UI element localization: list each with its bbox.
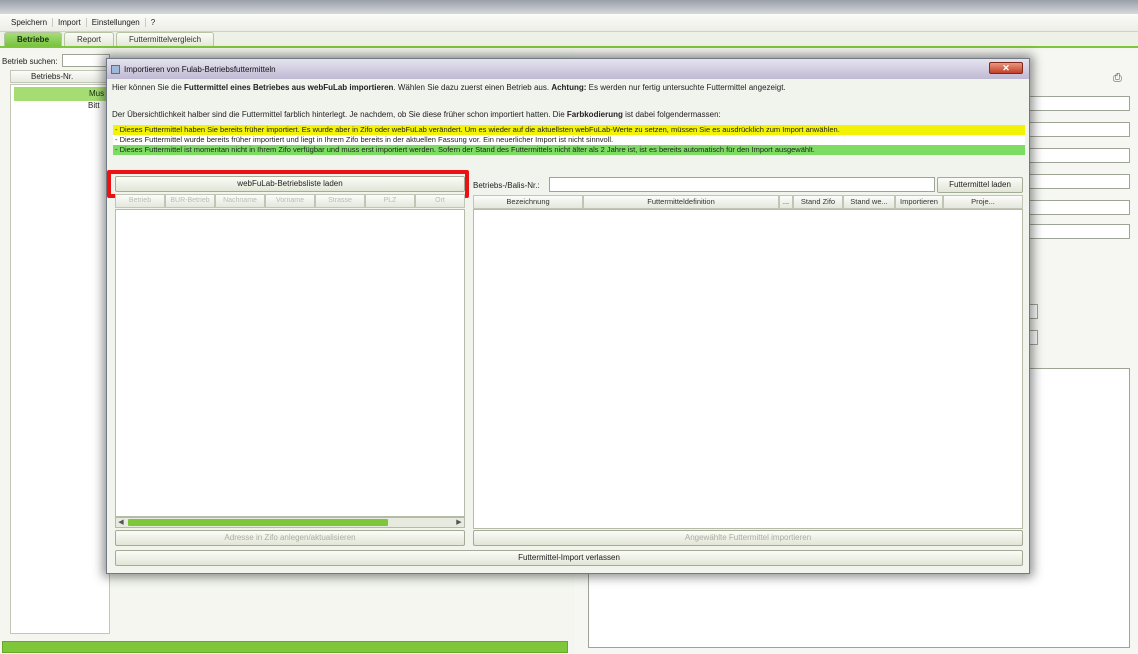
betriebe-table-header: Betrieb BUR-Betrieb Nachname Vorname Str…	[115, 194, 465, 208]
menu-help[interactable]: ?	[146, 18, 160, 27]
column-header[interactable]: Futtermitteldefinition	[583, 195, 779, 209]
print-icon[interactable]: ⎙	[1113, 72, 1122, 85]
column-header[interactable]: Ort	[415, 194, 465, 208]
column-header[interactable]: Stand Zifo	[793, 195, 843, 209]
detail-field[interactable]	[1028, 200, 1130, 215]
dialog-title-bar[interactable]: Importieren von Fulab-Betriebsfuttermitt…	[107, 59, 1029, 79]
app-icon	[111, 64, 120, 74]
column-header[interactable]: Proje...	[943, 195, 1023, 209]
column-header[interactable]: Bezeichnung	[473, 195, 583, 209]
legend-white: - Dieses Futtermittel wurde bereits früh…	[113, 135, 1025, 145]
column-header[interactable]: BUR-Betrieb	[165, 194, 215, 208]
import-dialog: Importieren von Fulab-Betriebsfuttermitt…	[106, 58, 1030, 574]
column-header[interactable]: Stand we...	[843, 195, 895, 209]
menu-bar: Speichern Import Einstellungen ?	[0, 14, 1138, 32]
leave-import-button[interactable]: Futtermittel-Import verlassen	[115, 550, 1023, 566]
dialog-title: Importieren von Fulab-Betriebsfuttermitt…	[124, 64, 276, 74]
main-tabs: Betriebe Report Futtermittelvergleich	[0, 32, 1138, 48]
scroll-right-icon[interactable]: ▶	[454, 518, 464, 527]
horizontal-scrollbar[interactable]	[2, 641, 568, 653]
betriebe-list[interactable]	[10, 84, 110, 634]
column-header[interactable]: Betrieb	[115, 194, 165, 208]
detail-field[interactable]	[1028, 224, 1130, 239]
menu-einstellungen[interactable]: Einstellungen	[87, 18, 146, 27]
column-header[interactable]: ...	[779, 195, 793, 209]
detail-field[interactable]	[1028, 96, 1130, 111]
window-top-strip	[0, 0, 1138, 14]
futtermittel-laden-button[interactable]: Futtermittel laden	[937, 177, 1023, 193]
betriebe-list-row[interactable]: Bitt	[88, 101, 100, 110]
tab-report[interactable]: Report	[64, 32, 115, 46]
futtermittel-table-header: Bezeichnung Futtermitteldefinition ... S…	[473, 195, 1023, 209]
detail-field[interactable]	[1028, 174, 1130, 189]
legend-green: - Dieses Futtermittel ist momentan nicht…	[113, 145, 1025, 155]
scrollbar-thumb[interactable]	[128, 519, 388, 526]
column-header[interactable]: Nachname	[215, 194, 265, 208]
column-header[interactable]: PLZ	[365, 194, 415, 208]
betrieb-search-input[interactable]	[62, 54, 110, 67]
betriebs-nr-label: Betriebs-/Balis-Nr.:	[473, 181, 540, 190]
import-selected-button[interactable]: Angewählte Futtermittel importieren	[473, 530, 1023, 546]
dialog-body: Hier können Sie die Futtermittel eines B…	[107, 79, 1029, 573]
detail-field[interactable]	[1028, 122, 1130, 137]
betriebs-nr-column-header[interactable]: Betriebs-Nr.	[10, 70, 110, 83]
column-header[interactable]: Vorname	[265, 194, 315, 208]
close-icon[interactable]: ✕	[989, 62, 1023, 74]
legend-yellow: - Dieses Futtermittel haben Sie bereits …	[113, 125, 1025, 135]
betriebe-table[interactable]	[115, 209, 465, 517]
betriebs-nr-input[interactable]	[549, 177, 935, 192]
column-header[interactable]: Strasse	[315, 194, 365, 208]
adresse-anlegen-button[interactable]: Adresse in Zifo anlegen/aktualisieren	[115, 530, 465, 546]
tab-futtermittelvergleich[interactable]: Futtermittelvergleich	[116, 32, 215, 46]
futtermittel-table[interactable]	[473, 209, 1023, 529]
scroll-left-icon[interactable]: ◀	[116, 518, 126, 527]
info-text-1: Hier können Sie die Futtermittel eines B…	[112, 83, 786, 92]
betriebe-list-row-selected[interactable]: Mus	[14, 87, 110, 101]
info-text-2: Der Übersichtlichkeit halber sind die Fu…	[112, 110, 721, 119]
horizontal-scrollbar[interactable]: ◀ ▶	[115, 517, 465, 528]
betrieb-search-label: Betrieb suchen:	[2, 57, 58, 66]
menu-speichern[interactable]: Speichern	[6, 18, 54, 27]
detail-field[interactable]	[1028, 148, 1130, 163]
tab-betriebe[interactable]: Betriebe	[4, 32, 63, 46]
menu-import[interactable]: Import	[53, 18, 87, 27]
column-header[interactable]: Importieren	[895, 195, 943, 209]
